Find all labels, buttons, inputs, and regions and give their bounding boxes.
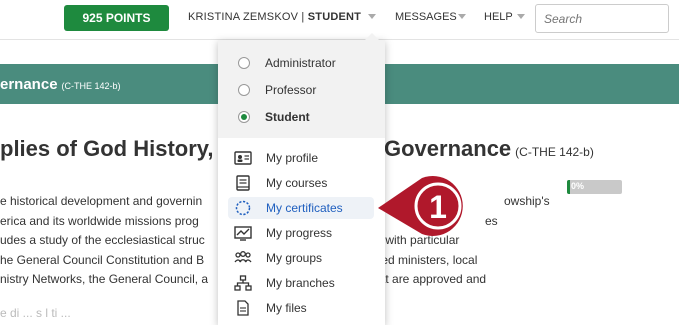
user-separator: |: [298, 11, 308, 23]
search-input[interactable]: [535, 4, 669, 33]
callout-number: 1: [429, 189, 447, 225]
user-menu-toggle[interactable]: KRISTINA ZEMSKOV | STUDENT: [188, 11, 361, 23]
course-progress-bar: 0%: [567, 180, 622, 194]
role-option-student[interactable]: Student: [238, 107, 310, 127]
menu-item-my-certificates[interactable]: My certificates: [228, 197, 374, 219]
people-icon: [234, 251, 252, 263]
user-dropdown-menu: Administrator Professor Student My profi…: [218, 33, 385, 325]
menu-item-my-groups[interactable]: My groups: [228, 247, 374, 269]
top-navigation-bar: 925 POINTS KRISTINA ZEMSKOV | STUDENT ME…: [0, 0, 679, 40]
radio-checked-icon[interactable]: [238, 110, 250, 123]
course-band-code: (C-THE 142-b): [61, 81, 121, 91]
menu-item-my-files[interactable]: My files: [228, 297, 374, 319]
menu-item-label: My files: [266, 301, 307, 315]
book-icon: [236, 175, 250, 191]
course-heading-right: Governance (C-THE 142-b): [384, 136, 594, 162]
role-option-professor[interactable]: Professor: [238, 80, 316, 100]
description-line: hat are approved and: [372, 272, 487, 286]
menu-item-label: My certificates: [266, 201, 343, 215]
file-icon: [237, 300, 249, 316]
progress-fill: [567, 180, 571, 194]
progress-chart-icon: [234, 226, 252, 241]
menu-item-my-branches[interactable]: My branches: [228, 272, 374, 294]
role-switcher: Administrator Professor Student: [218, 40, 385, 138]
points-badge[interactable]: 925 POINTS: [64, 5, 169, 31]
course-heading-name: Governance: [384, 136, 512, 161]
description-line: aled ministers, local: [372, 252, 478, 267]
progress-label: 0%: [571, 181, 585, 191]
radio-unchecked-icon[interactable]: [238, 56, 250, 69]
description-faded-line: e di ... s l ti ...: [0, 306, 71, 320]
help-chevron-down-icon[interactable]: [517, 14, 525, 19]
course-heading-left: plies of God History,: [0, 136, 214, 161]
role-option-administrator[interactable]: Administrator: [238, 53, 336, 73]
menu-item-my-progress[interactable]: My progress: [228, 222, 374, 244]
role-label: Student: [265, 110, 310, 124]
messages-chevron-down-icon[interactable]: [458, 14, 466, 19]
help-menu[interactable]: HELP: [484, 11, 513, 23]
role-label: Professor: [265, 83, 317, 97]
menu-item-label: My courses: [266, 176, 328, 190]
sitemap-icon: [234, 275, 252, 291]
user-menu-chevron-down-icon[interactable]: [368, 14, 376, 19]
course-band-title: ernance (C-THE 142-b): [0, 76, 121, 93]
step-callout-marker: 1: [378, 176, 463, 236]
user-role: STUDENT: [307, 11, 362, 23]
menu-item-my-courses[interactable]: My courses: [228, 172, 374, 194]
menu-item-label: My profile: [266, 151, 319, 165]
menu-item-my-profile[interactable]: My profile: [228, 147, 374, 169]
menu-item-label: My groups: [266, 251, 323, 265]
course-heading-code: (C-THE 142-b): [515, 145, 594, 159]
role-label: Administrator: [265, 56, 336, 70]
id-card-icon: [234, 151, 252, 165]
menu-item-label: My progress: [266, 226, 333, 240]
certificate-icon: [235, 200, 251, 216]
radio-unchecked-icon[interactable]: [238, 83, 250, 96]
menu-item-label: My branches: [266, 276, 335, 290]
user-name: KRISTINA ZEMSKOV: [188, 11, 299, 23]
course-band-name: ernance: [0, 76, 58, 93]
messages-menu[interactable]: MESSAGES: [395, 11, 457, 23]
